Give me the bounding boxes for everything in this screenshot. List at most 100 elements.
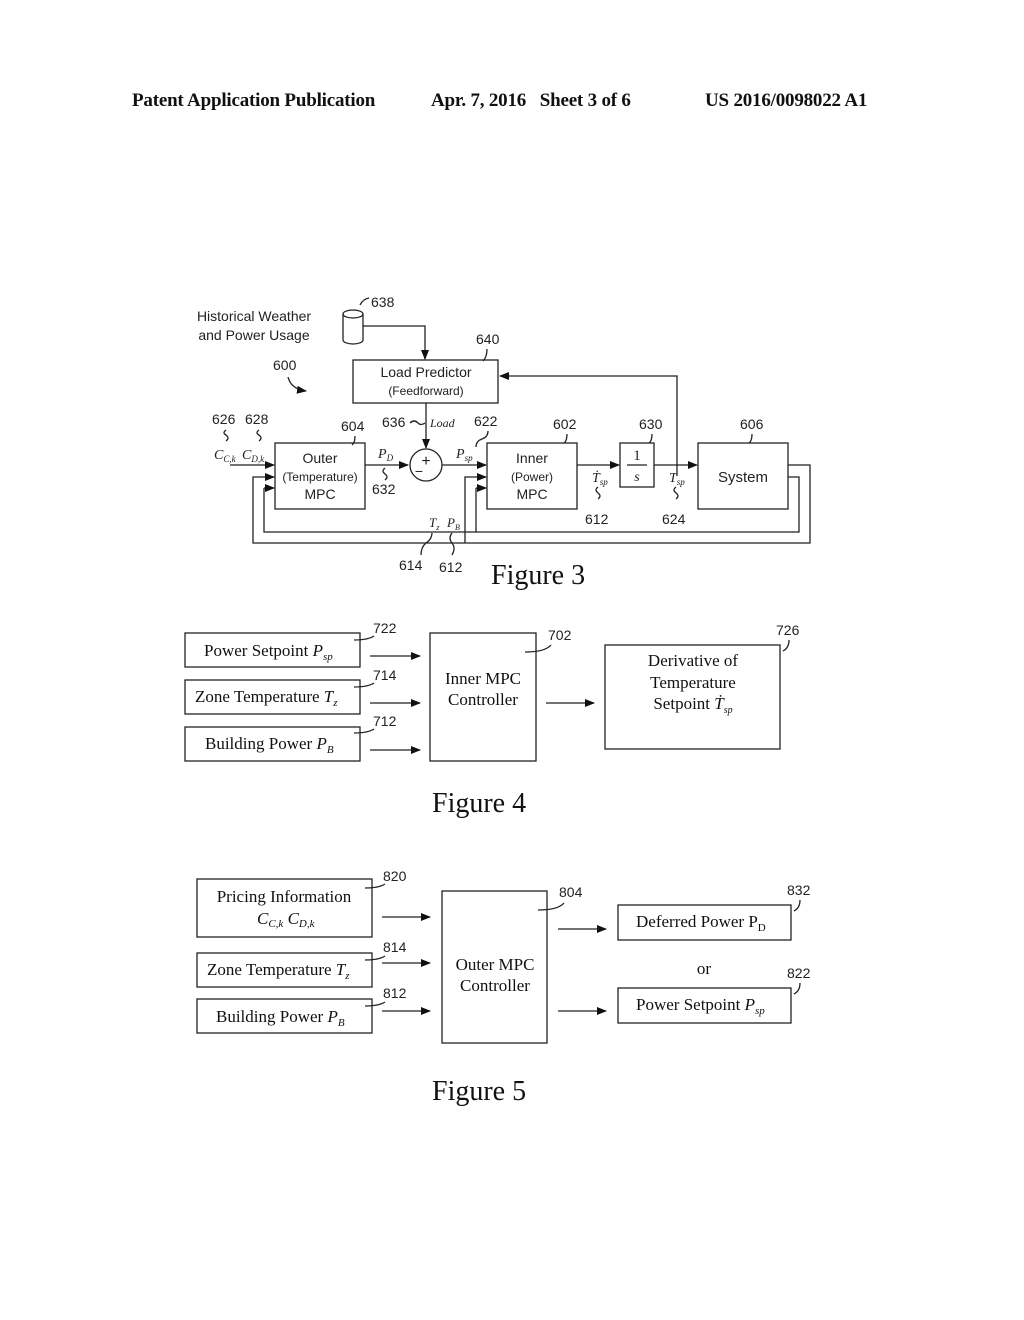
input-pricing-label: Pricing Information (217, 887, 352, 906)
tz-symbol: Tz (429, 515, 440, 532)
outer-mpc-sublabel: (Temperature) (282, 470, 357, 484)
system-label: System (718, 469, 768, 486)
leader-628 (256, 429, 262, 442)
inner-mpc-controller-label-1: Inner MPC (445, 669, 521, 688)
leader-612-b (449, 532, 455, 556)
leader-726 (782, 639, 790, 652)
figure-5-caption: Figure 5 (432, 1076, 526, 1107)
ref-640: 640 (476, 331, 500, 347)
ref-628: 628 (245, 411, 269, 427)
leader-804 (537, 902, 565, 911)
ref-820: 820 (383, 868, 407, 884)
leader-614 (420, 532, 433, 556)
ref-822: 822 (787, 965, 811, 981)
ref-812: 812 (383, 985, 407, 1001)
ref-702: 702 (548, 627, 572, 643)
db-to-predictor-arrow (363, 325, 429, 360)
historical-data-label-line2: and Power Usage (198, 327, 310, 343)
input-zone-temp-label: Zone Temperature Tz (195, 687, 338, 709)
psp-symbol: Psp (455, 447, 473, 463)
input-power-setpoint-label: Power Setpoint Psp (204, 641, 333, 663)
ref-630: 630 (639, 416, 663, 432)
leader-714 (353, 682, 375, 688)
ref-636: 636 (382, 414, 406, 430)
input-building-power-label: Building Power PB (205, 734, 334, 756)
ref-814: 814 (383, 939, 407, 955)
ref-624: 624 (662, 511, 686, 527)
figures-canvas: Historical Weather and Power Usage 638 L… (184, 294, 811, 1107)
ref-726: 726 (776, 622, 800, 638)
or-label: or (697, 959, 712, 978)
output-derivative-label-2: Temperature (650, 673, 736, 692)
figure-5: Pricing Information CC,k CD,k 820 Zone T… (196, 868, 811, 1107)
leader-612-a (595, 486, 601, 500)
outer-mpc-controller-label-2: Controller (460, 976, 530, 995)
ref-712: 712 (373, 713, 397, 729)
leader-602 (563, 433, 568, 444)
figure-4-caption: Figure 4 (432, 788, 526, 819)
ref-604: 604 (341, 418, 365, 434)
ref-600: 600 (273, 357, 297, 373)
pb-symbol: PB (446, 515, 460, 532)
output-derivative-label-3: Setpoint Ṫsp (653, 694, 732, 716)
ref-602: 602 (553, 416, 577, 432)
ref-612-a: 612 (585, 511, 609, 527)
outer-mpc-controller-label-1: Outer MPC (456, 955, 535, 974)
leader-822 (793, 982, 801, 995)
leader-622 (475, 430, 489, 448)
feedback-tz-inner (464, 476, 475, 543)
ref-622: 622 (474, 413, 498, 429)
integrator-numerator: 1 (633, 448, 641, 464)
ref-632: 632 (372, 481, 396, 497)
ref-714: 714 (373, 667, 397, 683)
outer-mpc-mpc: MPC (304, 486, 335, 502)
leader-638 (359, 297, 370, 306)
ref-614: 614 (399, 557, 423, 573)
ref-804: 804 (559, 884, 583, 900)
leader-636 (409, 420, 426, 426)
ref-600-arrow (287, 376, 307, 394)
ref-626: 626 (212, 411, 236, 427)
leader-606 (748, 433, 753, 444)
ref-612-b: 612 (439, 559, 463, 575)
output-deferred-power-label: Deferred Power PD (636, 912, 766, 934)
ref-722: 722 (373, 620, 397, 636)
input-pricing-symbols: CC,k CD,k (257, 909, 316, 930)
tdot-symbol: Ṫsp (592, 470, 608, 487)
leader-832 (793, 899, 801, 912)
leader-632 (382, 467, 388, 481)
leader-722 (353, 635, 375, 641)
pd-symbol: PD (377, 447, 394, 463)
figure-3: Historical Weather and Power Usage 638 L… (197, 294, 811, 591)
historical-data-label-line1: Historical Weather (197, 308, 311, 324)
load-label: Load (429, 416, 456, 430)
input-zone-temp-label-5: Zone Temperature Tz (207, 960, 350, 982)
minus-sign: − (415, 463, 423, 479)
leader-820 (364, 883, 386, 889)
leader-624 (673, 486, 679, 500)
leader-712 (353, 728, 375, 734)
cck-symbol: CC,k (214, 448, 237, 464)
inner-mpc-label: Inner (516, 450, 548, 466)
output-derivative-label-1: Derivative of (648, 651, 738, 670)
database-icon (342, 309, 364, 345)
leader-814 (364, 955, 386, 961)
figure-4: Power Setpoint Psp 722 Zone Temperature … (184, 620, 800, 819)
leader-640 (482, 348, 488, 362)
ref-638: 638 (371, 294, 395, 310)
figure-3-caption: Figure 3 (491, 560, 585, 591)
inner-mpc-controller-label-2: Controller (448, 690, 518, 709)
leader-702 (524, 644, 552, 653)
cdk-symbol: CD,k (242, 448, 265, 464)
ref-832: 832 (787, 882, 811, 898)
input-building-power-label-5: Building Power PB (216, 1007, 345, 1029)
ref-606: 606 (740, 416, 764, 432)
inner-mpc-sublabel: (Power) (511, 470, 553, 484)
integrator-denominator: s (634, 470, 640, 485)
load-predictor-label: Load Predictor (380, 364, 471, 380)
leader-812 (364, 1001, 386, 1007)
leader-626 (223, 429, 229, 442)
inner-mpc-mpc: MPC (516, 486, 547, 502)
leader-630 (648, 433, 653, 444)
outer-mpc-label: Outer (302, 450, 337, 466)
